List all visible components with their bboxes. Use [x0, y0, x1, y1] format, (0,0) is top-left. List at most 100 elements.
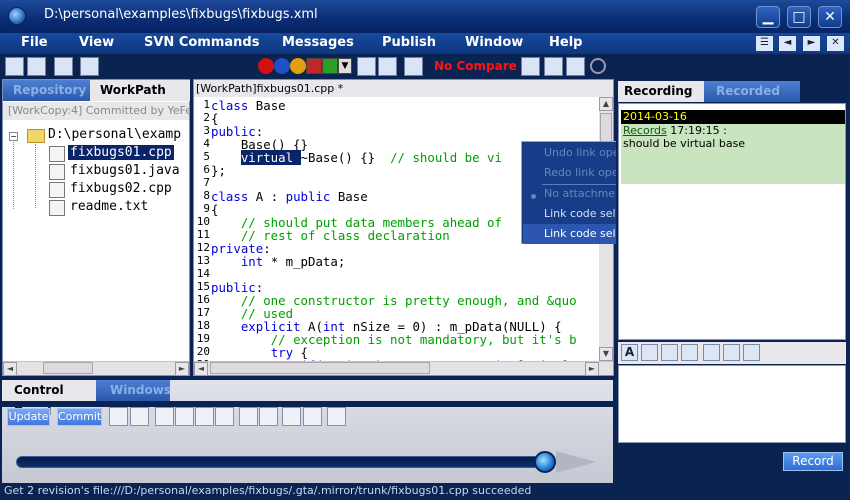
code-line[interactable]: class A : public Base: [211, 189, 368, 204]
compare-status[interactable]: No Compare: [434, 59, 517, 73]
tree-root[interactable]: D:\personal\examp: [48, 127, 181, 142]
menu-file[interactable]: File: [21, 35, 48, 50]
dropdown-arrow-icon[interactable]: ▼: [338, 58, 352, 74]
tab-repository[interactable]: Repository: [3, 80, 90, 101]
code-line[interactable]: class Base: [211, 98, 286, 113]
minimize-button[interactable]: ▁: [756, 6, 780, 28]
scroll-thumb[interactable]: [43, 362, 93, 374]
menu-messages[interactable]: Messages: [282, 35, 354, 50]
calendar-icon[interactable]: [327, 407, 346, 426]
scroll-thumb[interactable]: [210, 362, 430, 374]
compare-both-icon[interactable]: [544, 57, 563, 76]
menu-help[interactable]: Help: [549, 35, 582, 50]
tab-recorded[interactable]: Recorded: [704, 81, 800, 102]
maximize-button[interactable]: □: [787, 6, 811, 28]
compare-copy-icon[interactable]: [566, 57, 585, 76]
commit-button[interactable]: Commit: [57, 408, 102, 426]
timeline-arrow-icon: [556, 451, 596, 473]
log-search-icon[interactable]: [259, 407, 278, 426]
compare-left-icon[interactable]: [521, 57, 540, 76]
next-window-icon[interactable]: ►: [802, 35, 821, 52]
font-icon[interactable]: A: [621, 344, 638, 361]
note-input[interactable]: [618, 365, 846, 443]
tab-workpath[interactable]: WorkPath: [90, 80, 190, 101]
menu-window[interactable]: Window: [465, 35, 523, 50]
save-icon[interactable]: [54, 57, 73, 76]
search-icon[interactable]: [27, 57, 46, 76]
note-format-toolbar: A: [618, 342, 846, 364]
stop-icon[interactable]: [258, 58, 274, 74]
table-icon[interactable]: [703, 344, 720, 361]
timeline-slider-handle[interactable]: [534, 451, 556, 473]
selected-text[interactable]: virtual: [240, 150, 301, 165]
network-icon[interactable]: [109, 407, 128, 426]
tab-windows[interactable]: Windows: [96, 380, 171, 401]
editor-tab[interactable]: [WorkPath]fixbugs01.cpp *: [194, 80, 613, 97]
code-line[interactable]: };: [211, 163, 226, 178]
line-number: 18: [196, 319, 210, 332]
info-icon[interactable]: [274, 58, 290, 74]
restore-window-icon[interactable]: ◄: [778, 35, 797, 52]
scroll-down-icon[interactable]: ▼: [599, 347, 613, 361]
screenshot-icon[interactable]: [681, 344, 698, 361]
camera-icon[interactable]: [661, 344, 678, 361]
scroll-right-icon[interactable]: ►: [175, 362, 189, 376]
copy-icon[interactable]: [130, 407, 149, 426]
line-number: 5: [203, 150, 210, 163]
filter-icon[interactable]: [80, 57, 99, 76]
branch-icon[interactable]: [155, 407, 174, 426]
window-title: D:\personal\examples\fixbugs\fixbugs.xml: [44, 7, 318, 22]
relocate-icon[interactable]: [215, 407, 234, 426]
menu-publish[interactable]: Publish: [382, 35, 436, 50]
line-number: 2: [203, 111, 210, 124]
code-line[interactable]: virtual ~Base() {} // should be vi: [211, 150, 502, 165]
flag-icon[interactable]: [282, 407, 301, 426]
timeline-track[interactable]: [16, 456, 546, 468]
close-window-icon[interactable]: ✕: [826, 35, 845, 52]
attachment-icon[interactable]: [743, 344, 760, 361]
color-picker-icon[interactable]: [357, 57, 376, 76]
app-logo-icon: [8, 7, 26, 25]
merge-icon[interactable]: [175, 407, 194, 426]
tree-horizontal-scrollbar[interactable]: ◄ ►: [3, 361, 189, 376]
menu-view[interactable]: View: [79, 35, 114, 50]
folder-icon: [27, 129, 45, 143]
record-entry: Records 17:19:15 : should be virtual bas…: [621, 124, 845, 184]
image-icon[interactable]: [641, 344, 658, 361]
radio-bullet-icon: [531, 194, 536, 199]
close-button[interactable]: ✕: [818, 6, 842, 28]
refresh-icon[interactable]: [590, 58, 606, 74]
update-button[interactable]: Update: [7, 408, 50, 426]
tab-recording[interactable]: Recording: [618, 81, 704, 102]
record-stop-icon[interactable]: [306, 58, 322, 74]
code-line[interactable]: int * m_pData;: [211, 254, 345, 269]
record-button[interactable]: Record: [783, 452, 843, 471]
scroll-up-icon[interactable]: ▲: [599, 97, 613, 111]
diff-search-icon[interactable]: [239, 407, 258, 426]
warning-icon[interactable]: [290, 58, 306, 74]
link-icon[interactable]: [303, 407, 322, 426]
tree-item[interactable]: fixbugs01.java: [70, 163, 180, 178]
editor-horizontal-scrollbar[interactable]: ◄ ►: [194, 361, 613, 376]
workspace-panel: Repository WorkPath [WorkCopy:4] Committ…: [2, 79, 190, 376]
status-bar: Get 2 revision's file:///D:/personal/exa…: [0, 483, 850, 500]
tree-item[interactable]: fixbugs02.cpp: [70, 181, 172, 196]
tab-control-panel[interactable]: Control Panel: [2, 380, 96, 418]
pin-icon[interactable]: [723, 344, 740, 361]
menu-bar: File View SVN Commands Messages Publish …: [0, 33, 850, 54]
records-link[interactable]: Records: [623, 124, 667, 137]
compare-list-icon[interactable]: [404, 57, 423, 76]
switch-icon[interactable]: [195, 407, 214, 426]
scroll-left-icon[interactable]: ◄: [3, 362, 17, 376]
scroll-left-icon[interactable]: ◄: [194, 362, 208, 376]
tree-item[interactable]: readme.txt: [70, 199, 148, 214]
line-number: 6: [203, 163, 210, 176]
menu-svn-commands[interactable]: SVN Commands: [144, 35, 259, 50]
tile-windows-icon[interactable]: ☰: [755, 35, 774, 52]
tree-item[interactable]: fixbugs01.cpp: [68, 145, 174, 160]
find-icon[interactable]: [378, 57, 397, 76]
green-block-icon[interactable]: [322, 58, 338, 74]
open-folder-icon[interactable]: [5, 57, 24, 76]
scroll-right-icon[interactable]: ►: [585, 362, 599, 376]
tree-collapse-icon[interactable]: −: [9, 132, 18, 141]
